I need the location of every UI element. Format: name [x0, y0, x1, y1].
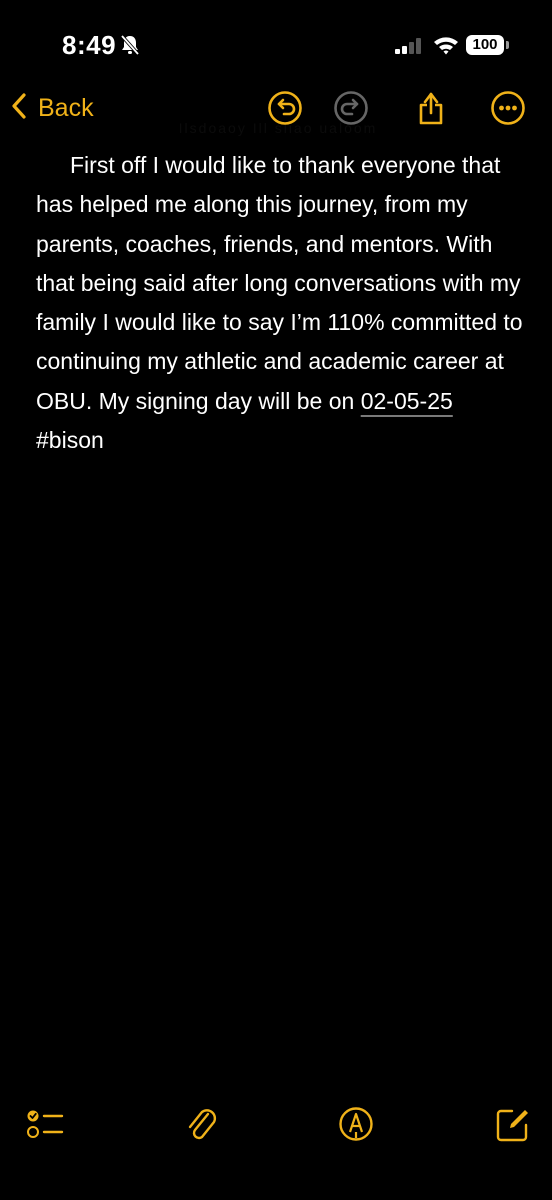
status-bar: 8:49 100	[0, 0, 552, 90]
date-link[interactable]: 02-05-25	[361, 388, 453, 414]
markup-icon	[334, 1107, 378, 1150]
share-button[interactable]	[408, 85, 454, 131]
back-label: Back	[38, 93, 94, 122]
status-time: 8:49	[62, 30, 117, 60]
battery-nub	[506, 41, 509, 49]
bell-slash-icon	[120, 34, 140, 61]
bottom-toolbar	[0, 1098, 552, 1154]
compose-icon	[490, 1109, 534, 1150]
back-button[interactable]: Back	[10, 86, 94, 130]
paperclip-icon	[180, 1109, 224, 1150]
chevron-left-icon	[10, 92, 28, 125]
undo-icon	[262, 91, 308, 135]
attachment-button[interactable]	[180, 1102, 224, 1146]
battery-icon: 100	[466, 35, 504, 55]
wifi-icon	[433, 35, 459, 60]
redo-button[interactable]	[328, 85, 374, 131]
compose-button[interactable]	[490, 1102, 534, 1146]
checklist-button[interactable]	[22, 1102, 66, 1146]
note-text: First off I would like to thank everyone…	[36, 152, 523, 414]
checklist-icon	[22, 1110, 66, 1150]
note-body[interactable]: First off I would like to thank everyone…	[36, 146, 526, 460]
hashtag-text: #bison	[36, 427, 104, 454]
more-icon	[485, 91, 531, 135]
undo-button[interactable]	[262, 85, 308, 131]
more-button[interactable]	[485, 85, 531, 131]
redo-icon	[328, 91, 374, 135]
navigation-bar: Back Ilsdoaoy Ill sliao ualoom	[0, 80, 552, 136]
share-icon	[408, 92, 454, 135]
markup-button[interactable]	[334, 1102, 378, 1146]
cellular-signal-icon	[395, 38, 423, 59]
